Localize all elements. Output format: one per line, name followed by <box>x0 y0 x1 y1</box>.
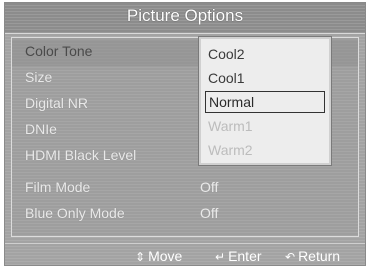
updown-arrow-icon: ⇕ <box>135 250 146 264</box>
footer-bar: ⇕ Move ↵ Enter ↶ Return <box>5 243 365 266</box>
return-label: Return <box>298 248 341 264</box>
enter-hint: ↵ Enter <box>215 248 262 264</box>
menu-item-blue-only-mode[interactable]: Blue Only Mode Off <box>12 202 358 228</box>
menu-item-label: Film Mode <box>25 179 91 195</box>
option-cool1[interactable]: Cool1 <box>205 67 325 89</box>
option-normal[interactable]: Normal <box>205 91 325 113</box>
menu-item-label: Color Tone <box>25 43 93 59</box>
return-hint: ↶ Return <box>285 248 340 264</box>
menu-item-label: DNIe <box>25 121 57 137</box>
enter-label: Enter <box>228 248 262 264</box>
option-warm1[interactable]: Warm1 <box>205 115 325 137</box>
menu-item-label: Blue Only Mode <box>25 205 125 221</box>
menu-item-value: Off <box>200 179 219 195</box>
option-cool2[interactable]: Cool2 <box>205 43 325 65</box>
move-hint: ⇕ Move <box>135 248 182 264</box>
return-icon: ↶ <box>285 250 296 264</box>
move-label: Move <box>148 248 183 264</box>
title-bar: Picture Options <box>5 3 365 34</box>
menu-item-label: HDMI Black Level <box>25 147 137 163</box>
option-warm2[interactable]: Warm2 <box>205 139 325 161</box>
menu-list: Color Tone Size Digital NR DNIe HDMI Bla… <box>11 36 359 237</box>
menu-item-value: Off <box>200 205 219 221</box>
enter-icon: ↵ <box>215 250 226 264</box>
tv-screen: Picture Options Color Tone Size Digital … <box>4 2 366 266</box>
menu-item-label: Size <box>25 69 53 85</box>
menu-item-label: Digital NR <box>25 95 89 111</box>
menu-title: Picture Options <box>126 6 244 25</box>
menu-item-film-mode[interactable]: Film Mode Off <box>12 176 358 202</box>
color-tone-dropdown[interactable]: Cool2 Cool1 Normal Warm1 Warm2 <box>198 36 332 166</box>
